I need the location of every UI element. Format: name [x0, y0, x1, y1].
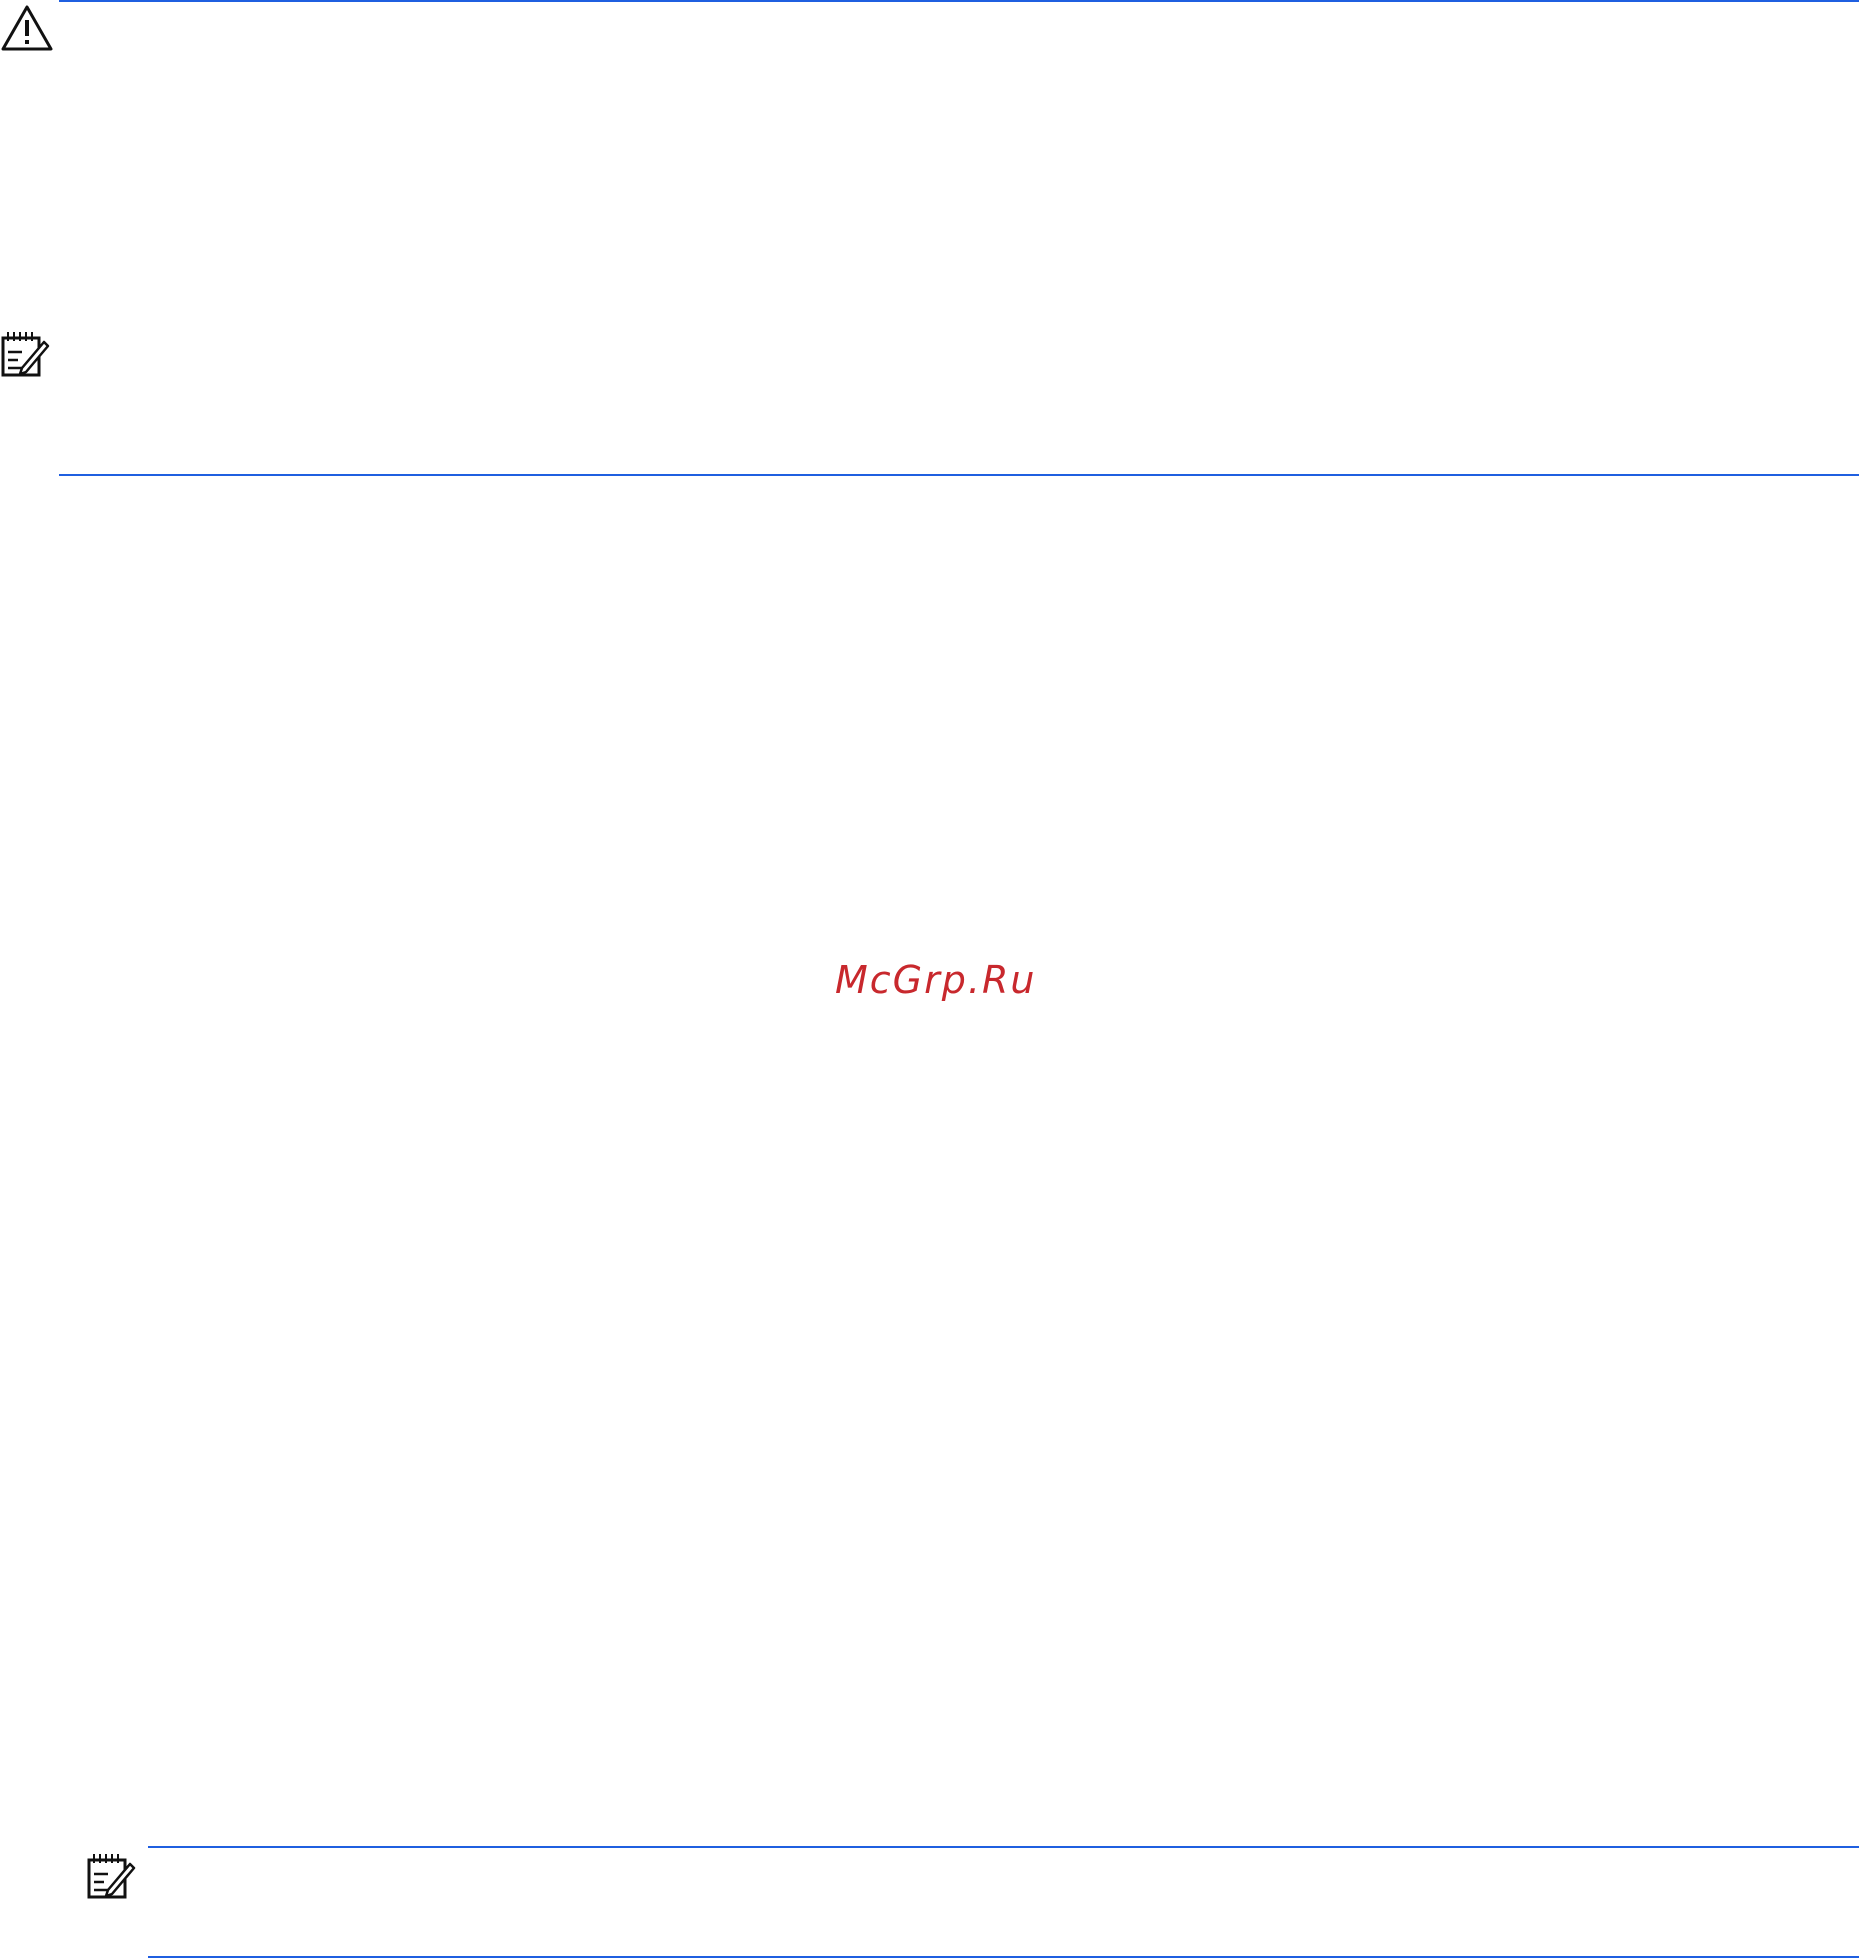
section-divider — [59, 474, 1859, 476]
note-icon — [86, 1852, 136, 1900]
watermark-text: McGrp.Ru — [835, 958, 1037, 1002]
warning-icon — [0, 4, 54, 52]
note-top-divider — [148, 1846, 1859, 1848]
note-icon — [0, 330, 50, 378]
note-bottom-divider — [148, 1956, 1859, 1958]
top-divider — [59, 0, 1859, 2]
